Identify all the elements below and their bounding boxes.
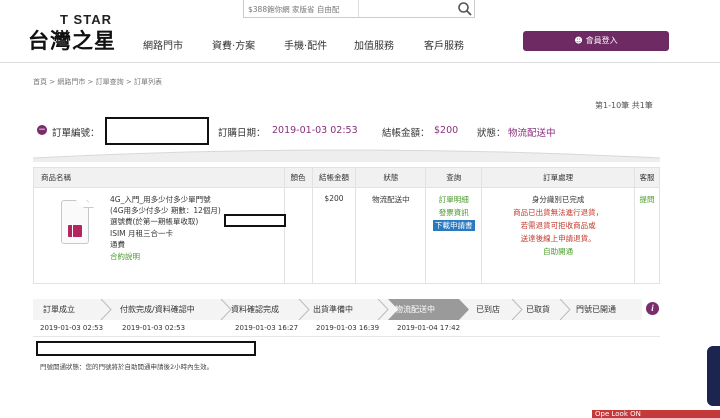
step-activated: 門號已開通: [576, 305, 616, 314]
invoice-link[interactable]: 發票資訊: [426, 207, 481, 218]
side-widget[interactable]: [707, 346, 720, 406]
color-cell: [283, 187, 313, 284]
order-date-label: 訂購日期：: [218, 128, 266, 139]
order-date-value: 2019-01-03 02:53: [272, 125, 358, 136]
step-date: 2019-01-04 17:42: [397, 324, 461, 332]
table-row: 4G_入門_用多少付多少單門號 (4G用多少付多少 期數：12個月) 選號費(於…: [33, 187, 661, 284]
order-amount-value: $200: [434, 125, 459, 136]
query-cell: 訂單明細 發票資訊 下載申請書: [425, 187, 483, 284]
step-preparing: 出貨準備中: [313, 305, 353, 314]
col-process: 訂單處理: [481, 167, 635, 188]
step-date: 2019-01-03 16:27: [235, 324, 299, 332]
download-form-button[interactable]: 下載申請書: [433, 220, 475, 231]
col-query: 查詢: [425, 167, 483, 188]
step-order-created: 訂單成立: [43, 305, 75, 314]
search-input[interactable]: [358, 0, 454, 17]
activation-status-note: 門號開通狀態：您的門號將於自助開通申請後2小時內生效。: [40, 363, 214, 371]
product-line: ISIM 月租三合一卡: [110, 229, 174, 238]
section-curve-divider: [33, 149, 660, 162]
step-data-confirmed: 資料確認完成: [231, 305, 279, 314]
order-number-label: 訂單編號：: [52, 128, 100, 139]
header-divider: [0, 62, 720, 63]
step-arrived: 已到店: [476, 305, 500, 314]
progress-divider: [33, 336, 660, 337]
redacted-number: [224, 214, 286, 227]
info-icon[interactable]: i: [646, 302, 659, 315]
product-cell: 4G_入門_用多少付多少單門號 (4G用多少付多少 期數：12個月) 選號費(於…: [33, 187, 286, 284]
col-product: 商品名稱: [33, 167, 285, 188]
step-date: 2019-01-03 02:53: [40, 324, 104, 332]
order-detail-link[interactable]: 訂單明細: [426, 194, 481, 205]
order-status-value: 物流配送中: [508, 128, 556, 139]
search-hint[interactable]: $388飽你網 家版省 自由配: [248, 4, 339, 15]
product-line: (4G用多少付多少 期數：12個月): [110, 206, 221, 215]
process-line: 身分識別已完成: [531, 195, 585, 204]
breadcrumb[interactable]: 首頁 > 網路門市 > 訂單查詢 > 訂單列表: [33, 77, 162, 87]
amount-cell: $200: [311, 187, 357, 284]
corner-banner[interactable]: Ope Look ON: [592, 410, 720, 418]
self-activation-link[interactable]: 自助開通: [482, 246, 634, 257]
status-cell: 物流配送中: [355, 187, 427, 284]
product-line: 選號費(於第一期帳單收取): [110, 217, 199, 226]
col-color: 顏色: [283, 167, 313, 188]
product-line: 4G_入門_用多少付多少單門號: [110, 195, 211, 204]
order-status-label: 狀態：: [477, 128, 506, 139]
minus-circle-icon[interactable]: −: [37, 125, 47, 135]
login-label: 會員登入: [585, 36, 618, 45]
login-button[interactable]: ☻ 會員登入: [523, 31, 669, 51]
ask-question-link[interactable]: 提問: [633, 187, 661, 284]
order-amount-label: 結帳金額：: [382, 128, 430, 139]
step-picked-up: 已取貨: [526, 305, 550, 314]
process-line: 送達後線上申請退貨。: [520, 234, 596, 243]
col-service: 客服: [633, 167, 661, 188]
user-icon: ☻: [574, 36, 583, 45]
nav-customer-service[interactable]: 客戶服務: [424, 37, 464, 52]
pagination-info: 第1-10筆 共1筆: [595, 101, 653, 110]
product-line: 通費: [110, 240, 125, 249]
step-date: 2019-01-03 02:53: [122, 324, 186, 332]
logo[interactable]: 台灣之星: [28, 25, 116, 55]
redacted-info: [36, 341, 256, 356]
sim-card-icon: [61, 200, 94, 244]
nav-value-added[interactable]: 加值服務: [354, 37, 394, 52]
process-line: 商品已出貨無法進行退貨，: [513, 208, 604, 217]
step-date: 2019-01-03 16:39: [316, 324, 380, 332]
nav-online-store[interactable]: 網路門市: [143, 37, 183, 52]
search-icon[interactable]: [457, 1, 473, 17]
contract-link[interactable]: 合約說明: [110, 251, 140, 262]
nav-phones[interactable]: 手機‧配件: [284, 37, 327, 52]
step-shipping-active: 物流配送中: [395, 305, 435, 314]
col-amount: 結帳金額: [311, 167, 357, 188]
process-line: 若需退貨可拒收商品或: [520, 221, 596, 230]
step-payment-complete: 付款完成/資料確認中: [120, 305, 195, 314]
order-table: 商品名稱 顏色 結帳金額 狀態 查詢 訂單處理 客服 4G_入門_用多少付多少單…: [33, 167, 661, 284]
col-status: 狀態: [355, 167, 427, 188]
nav-plans[interactable]: 資費‧方案: [212, 37, 255, 52]
process-cell: 身分識別已完成 商品已出貨無法進行退貨， 若需退貨可拒收商品或 送達後線上申請退…: [481, 187, 635, 284]
